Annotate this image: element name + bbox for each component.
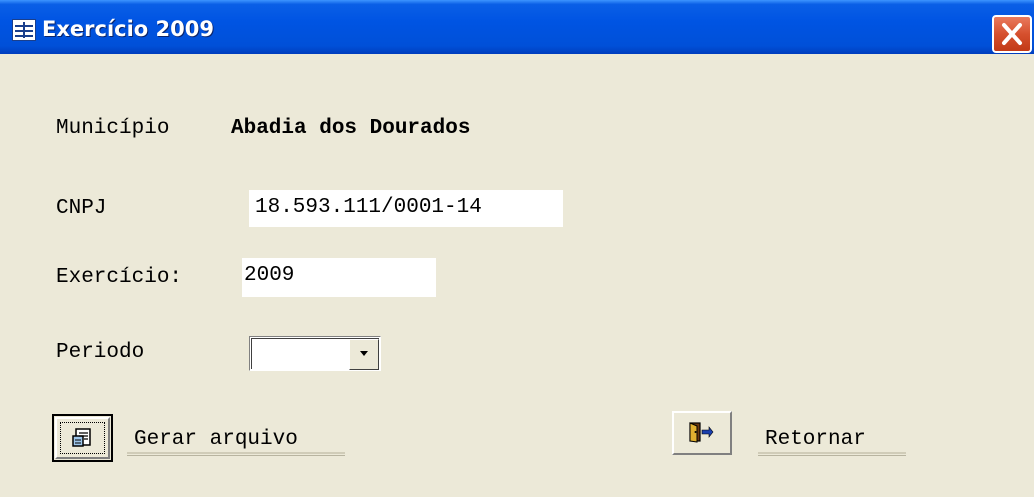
gerar-underline-shadow: [127, 455, 345, 456]
dialog-window: Exercício 2009 Município Abadia dos Dour…: [0, 0, 1034, 497]
title-bar[interactable]: Exercício 2009: [0, 0, 1034, 54]
exercicio-field[interactable]: 2009: [242, 258, 436, 297]
exercicio-label: Exercício:: [56, 266, 183, 289]
retornar-button[interactable]: [671, 410, 733, 456]
retornar-underline: [758, 452, 906, 454]
cnpj-field[interactable]: 18.593.111/0001-14: [249, 190, 563, 227]
close-icon: [1002, 23, 1022, 45]
chevron-down-icon: [360, 351, 368, 356]
retornar-underline-shadow: [758, 455, 906, 456]
periodo-select[interactable]: [249, 336, 381, 371]
municipio-value: Abadia dos Dourados: [231, 117, 471, 140]
cnpj-label: CNPJ: [56, 197, 107, 220]
periodo-label: Periodo: [56, 341, 145, 364]
periodo-dropdown-button[interactable]: [349, 339, 379, 370]
window-title: Exercício 2009: [42, 17, 214, 41]
gerar-underline: [127, 452, 345, 454]
form-icon: [12, 19, 36, 41]
generate-file-icon: [72, 428, 91, 447]
exit-door-icon: [689, 422, 714, 443]
close-button[interactable]: [992, 15, 1032, 53]
municipio-label: Município: [56, 117, 170, 140]
gerar-arquivo-label[interactable]: Gerar arquivo: [134, 426, 298, 454]
gerar-arquivo-button[interactable]: [52, 414, 113, 462]
retornar-label[interactable]: Retornar: [765, 426, 866, 454]
